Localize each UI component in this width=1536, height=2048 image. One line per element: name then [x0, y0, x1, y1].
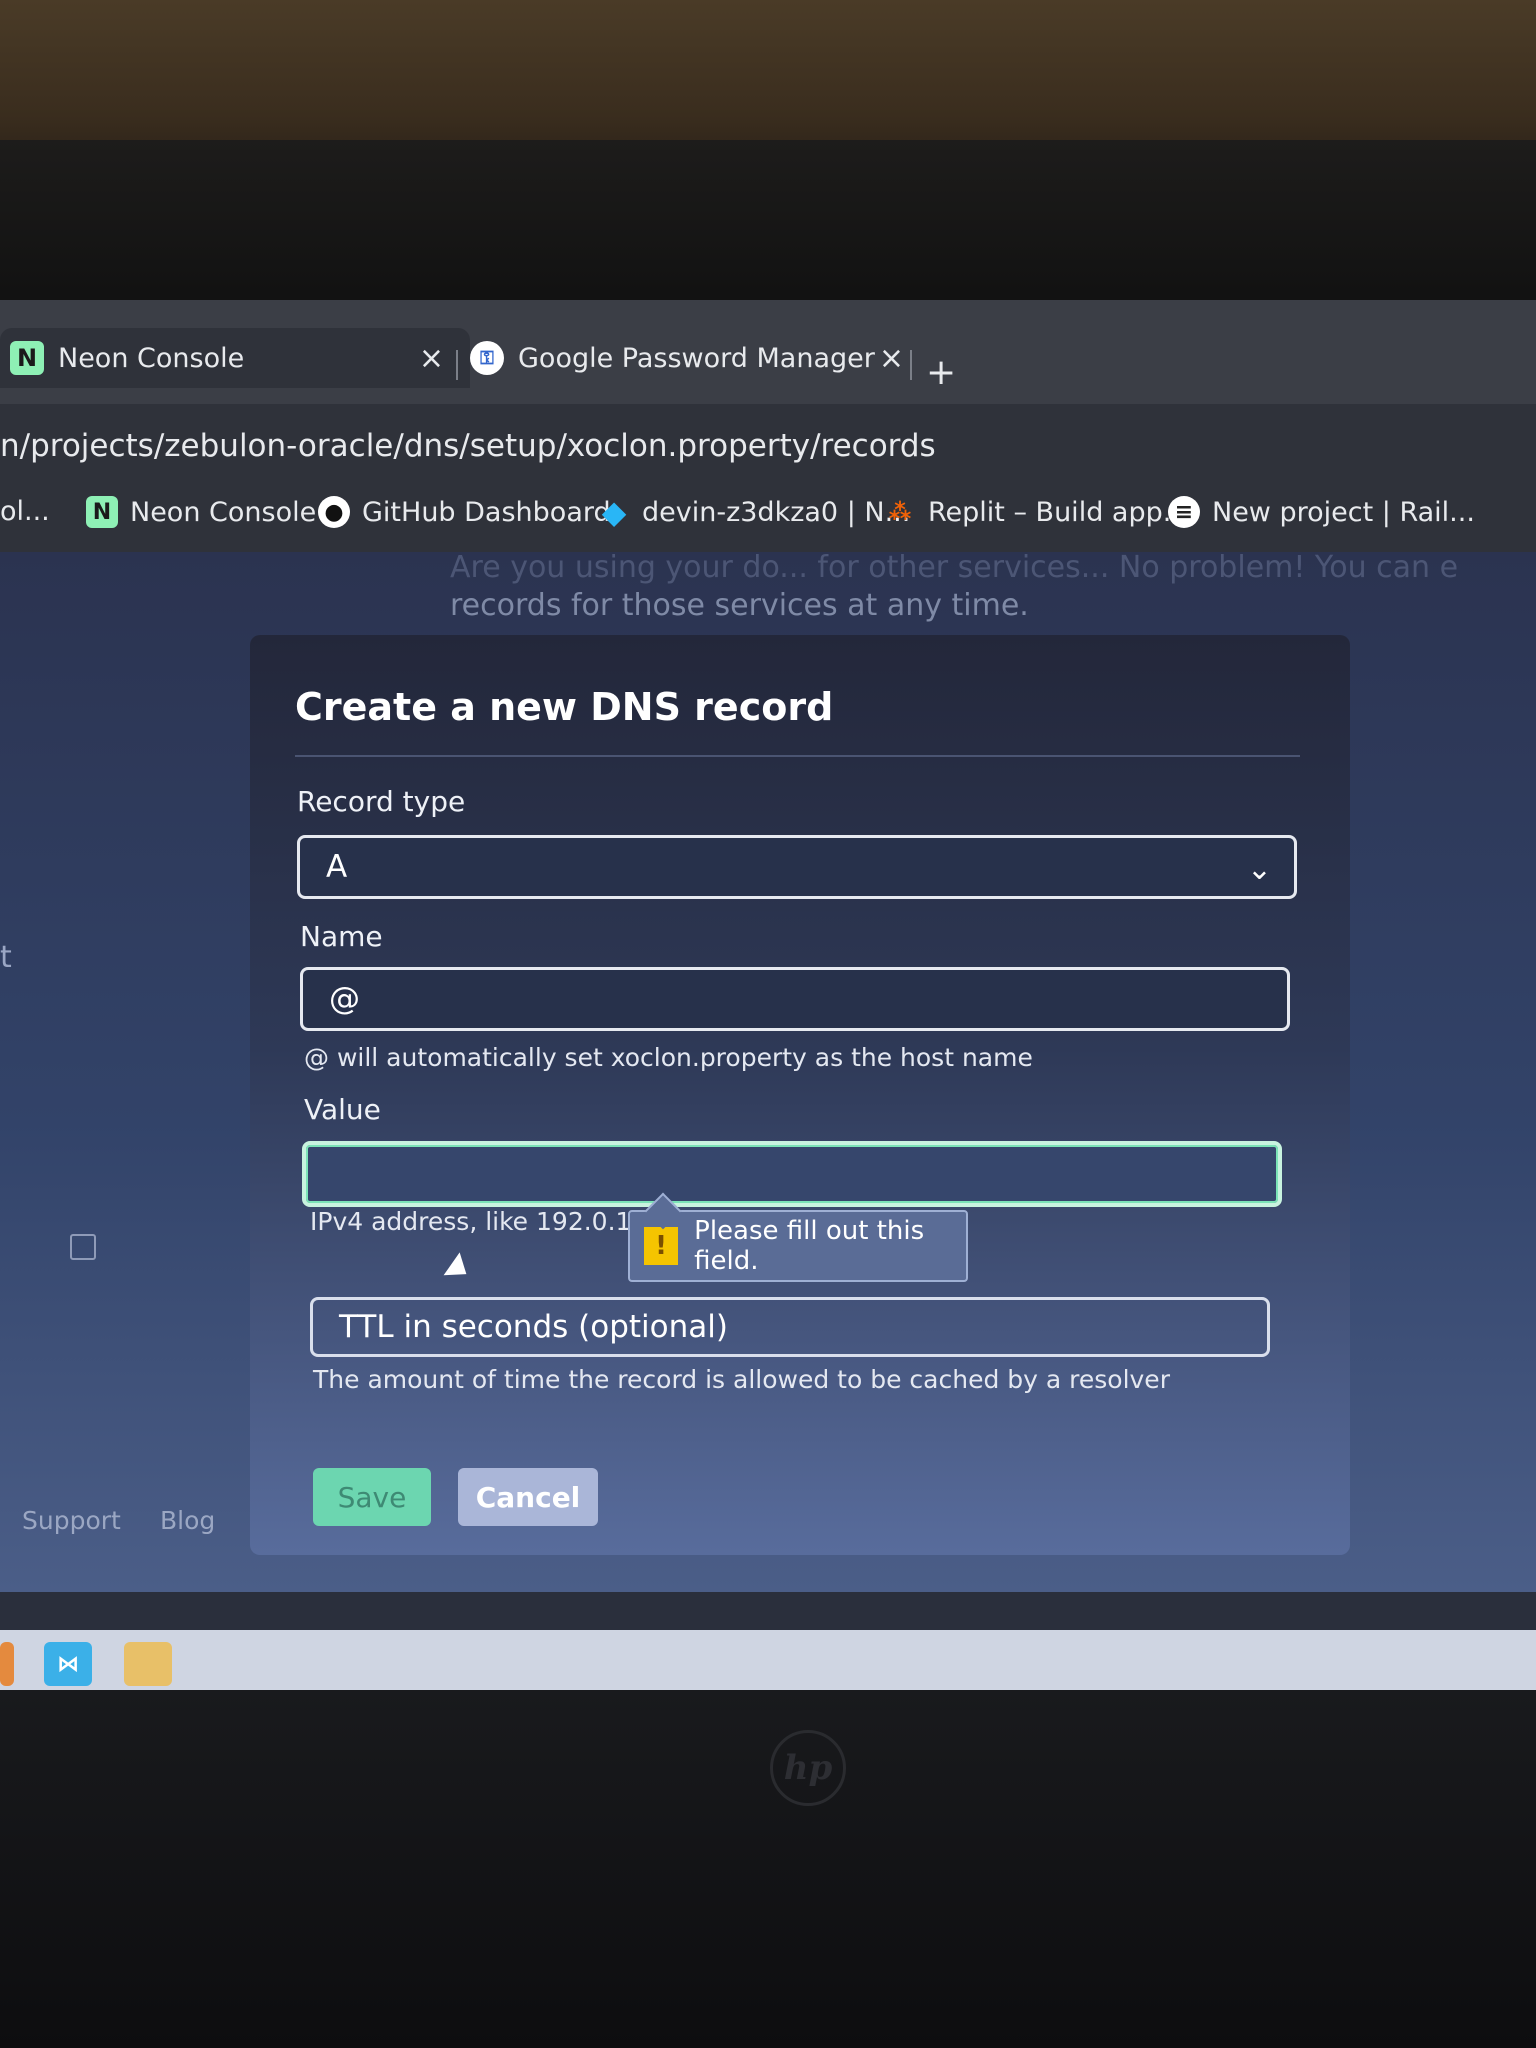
tab-strip: N Neon Console × ⚿ Google Password Manag…	[0, 300, 1536, 404]
mouse-cursor-icon	[443, 1252, 475, 1286]
tab-google-password-manager[interactable]: ⚿ Google Password Manager ×	[470, 328, 930, 388]
hp-logo-icon: hp	[770, 1730, 846, 1806]
new-tab-button[interactable]: +	[926, 352, 956, 393]
bookmark-neon-console[interactable]: N Neon Console	[86, 496, 316, 528]
laptop-bezel-bottom	[0, 1690, 1536, 2048]
bookmark-replit[interactable]: ⁂ Replit – Build app...	[884, 496, 1189, 528]
bookmark-item[interactable]: ol...	[0, 496, 50, 527]
bookmark-label: GitHub Dashboard	[362, 496, 611, 528]
tab-separator	[456, 350, 458, 380]
url-text[interactable]: n/projects/zebulon-oracle/dns/setup/xocl…	[0, 428, 936, 464]
value-input[interactable]	[302, 1141, 1282, 1207]
neon-icon: N	[86, 496, 118, 528]
bookmark-label: New project | Rail...	[1212, 496, 1475, 528]
page-intro-text: Are you using your do... for other servi…	[450, 550, 1459, 585]
sidebar-text: t	[0, 940, 12, 975]
bookmark-label: devin-z3dkza0 | N...	[642, 496, 911, 528]
bookmark-label: ol...	[0, 496, 50, 527]
record-type-select[interactable]: A ⌄	[297, 835, 1297, 899]
warning-icon: !	[644, 1227, 679, 1265]
tab-title: Google Password Manager	[518, 342, 875, 374]
github-icon: ●	[318, 496, 350, 528]
close-icon[interactable]: ×	[879, 341, 904, 376]
name-label: Name	[300, 920, 383, 953]
divider	[295, 755, 1300, 757]
bookmark-devin[interactable]: ◆ devin-z3dkza0 | N...	[598, 493, 911, 531]
value-hint: IPv4 address, like 192.0.1.1	[310, 1207, 656, 1236]
dialog-title: Create a new DNS record	[295, 685, 834, 729]
bookmark-label: Replit – Build app...	[928, 496, 1189, 528]
laptop-bezel-top	[0, 140, 1536, 310]
validation-message: Please fill out this field.	[694, 1216, 925, 1276]
tab-separator	[910, 350, 912, 380]
key-icon: ⚿	[470, 341, 504, 375]
bookmark-github-dashboard[interactable]: ● GitHub Dashboard	[318, 496, 611, 528]
page-intro-text: records for those services at any time.	[450, 588, 1029, 623]
bookmark-label: Neon Console	[130, 496, 317, 528]
laptop-screen: N Neon Console × ⚿ Google Password Manag…	[0, 300, 1536, 1700]
neon-icon	[70, 1234, 96, 1260]
vscode-icon[interactable]: ⋈	[44, 1642, 92, 1686]
tab-neon-console[interactable]: N Neon Console ×	[0, 328, 470, 388]
app-icon[interactable]	[0, 1642, 14, 1686]
diamond-icon: ◆	[601, 493, 627, 531]
railway-icon: ≡	[1168, 496, 1200, 528]
validation-tooltip: ! Please fill out this field.	[628, 1210, 968, 1282]
ttl-input[interactable]: TTL in seconds (optional)	[310, 1297, 1270, 1357]
ttl-hint: The amount of time the record is allowed…	[313, 1365, 1170, 1394]
chevron-down-icon: ⌄	[1246, 852, 1272, 887]
value-label: Value	[304, 1093, 381, 1126]
name-value: @	[329, 981, 360, 1017]
name-hint: @ will automatically set xoclon.property…	[304, 1043, 1033, 1072]
footer-link-support[interactable]: Support	[22, 1506, 121, 1535]
replit-icon: ⁂	[888, 499, 912, 525]
record-type-value: A	[326, 849, 348, 885]
tab-title: Neon Console	[58, 342, 245, 374]
files-icon[interactable]	[124, 1642, 172, 1686]
bookmark-railway[interactable]: ≡ New project | Rail...	[1168, 496, 1475, 528]
save-button[interactable]: Save	[313, 1468, 431, 1526]
record-type-label: Record type	[297, 785, 466, 818]
footer-link-blog[interactable]: Blog	[160, 1506, 215, 1535]
name-input[interactable]: @	[300, 967, 1290, 1031]
create-dns-record-dialog: Create a new DNS record Record type A ⌄ …	[250, 635, 1350, 1555]
neon-icon: N	[10, 341, 44, 375]
cancel-button[interactable]: Cancel	[458, 1468, 598, 1526]
ttl-placeholder: TTL in seconds (optional)	[339, 1309, 728, 1345]
close-icon[interactable]: ×	[419, 341, 444, 376]
